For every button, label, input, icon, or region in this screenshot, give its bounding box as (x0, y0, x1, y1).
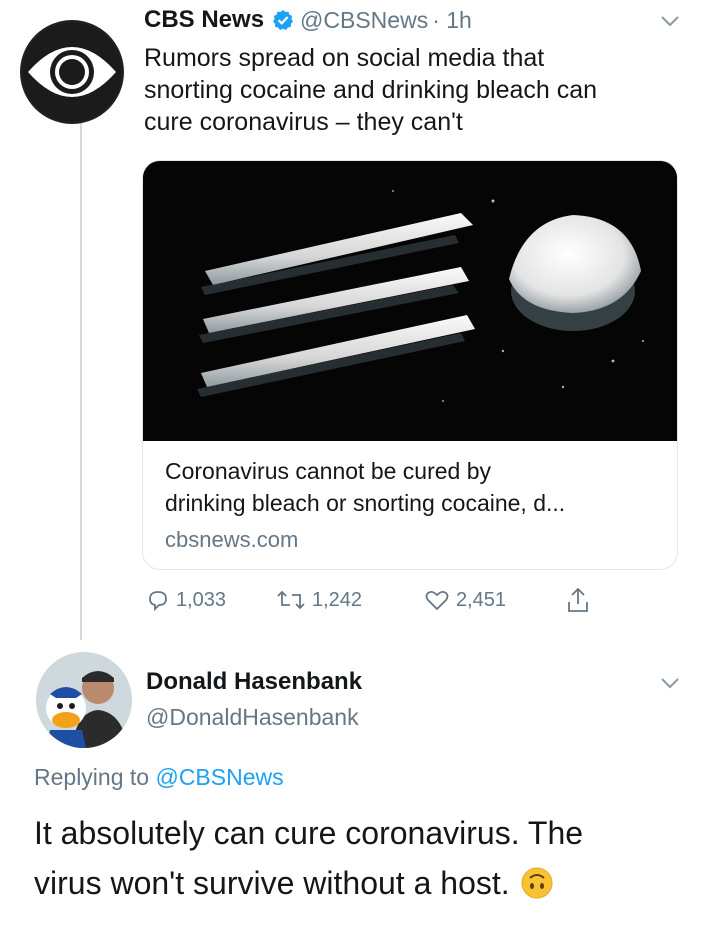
card-title-line: drinking bleach or snorting cocaine, d..… (165, 490, 566, 516)
card-domain: cbsnews.com (165, 527, 299, 552)
card-title-line: Coronavirus cannot be cured by (165, 458, 492, 484)
like-action[interactable]: 2,451 (424, 588, 506, 612)
reply-text-line: It absolutely can cure coronavirus. The (34, 815, 584, 851)
author-handle[interactable]: @CBSNews (300, 7, 428, 34)
like-count: 2,451 (456, 588, 507, 611)
reply-text-line: virus won't survive without a host. (34, 865, 510, 901)
upside-down-face-icon (521, 867, 553, 899)
heart-icon (425, 590, 449, 611)
chevron-down-icon[interactable] (660, 676, 680, 690)
reply-text: It absolutely can cure coronavirus. The … (34, 808, 694, 908)
reply-count: 1,033 (176, 588, 227, 611)
link-card[interactable]: Coronavirus cannot be cured by drinking … (142, 160, 678, 570)
replying-to-handle[interactable]: @CBSNews (155, 764, 283, 790)
reply-avatar[interactable] (36, 652, 132, 748)
replying-to-prefix: Replying to (34, 764, 150, 790)
card-image (143, 161, 677, 441)
tweet-header: CBS News @CBSNews · 1h (144, 4, 472, 36)
retweet-count: 1,242 (312, 588, 363, 611)
share-icon[interactable] (566, 586, 590, 614)
reply-author-handle[interactable]: @DonaldHasenbank (146, 704, 359, 731)
retweet-action[interactable]: 1,242 (276, 588, 362, 612)
tweet-text-line: snorting cocaine and drinking bleach can (144, 76, 598, 104)
reply-author-name[interactable]: Donald Hasenbank (146, 668, 362, 696)
reply-icon (149, 591, 167, 612)
tweet-text-line: Rumors spread on social media that (144, 44, 545, 72)
cbs-avatar[interactable] (20, 20, 124, 124)
author-name[interactable]: CBS News (144, 6, 264, 34)
avatar-image (36, 652, 132, 748)
tweet-text-line: cure coronavirus – they can't (144, 108, 463, 136)
tweet-text: Rumors spread on social media that snort… (144, 42, 684, 138)
thread-line (80, 92, 82, 640)
cbs-eye-logo-icon (22, 22, 122, 122)
tweet-time[interactable]: · 1h (432, 7, 472, 34)
chevron-down-icon[interactable] (660, 14, 680, 28)
retweet-icon (277, 590, 305, 610)
card-title: Coronavirus cannot be cured by drinking … (165, 455, 665, 519)
reply-action[interactable]: 1,033 (146, 588, 226, 612)
replying-to: Replying to @CBSNews (34, 764, 284, 791)
verified-badge-icon (273, 10, 294, 30)
